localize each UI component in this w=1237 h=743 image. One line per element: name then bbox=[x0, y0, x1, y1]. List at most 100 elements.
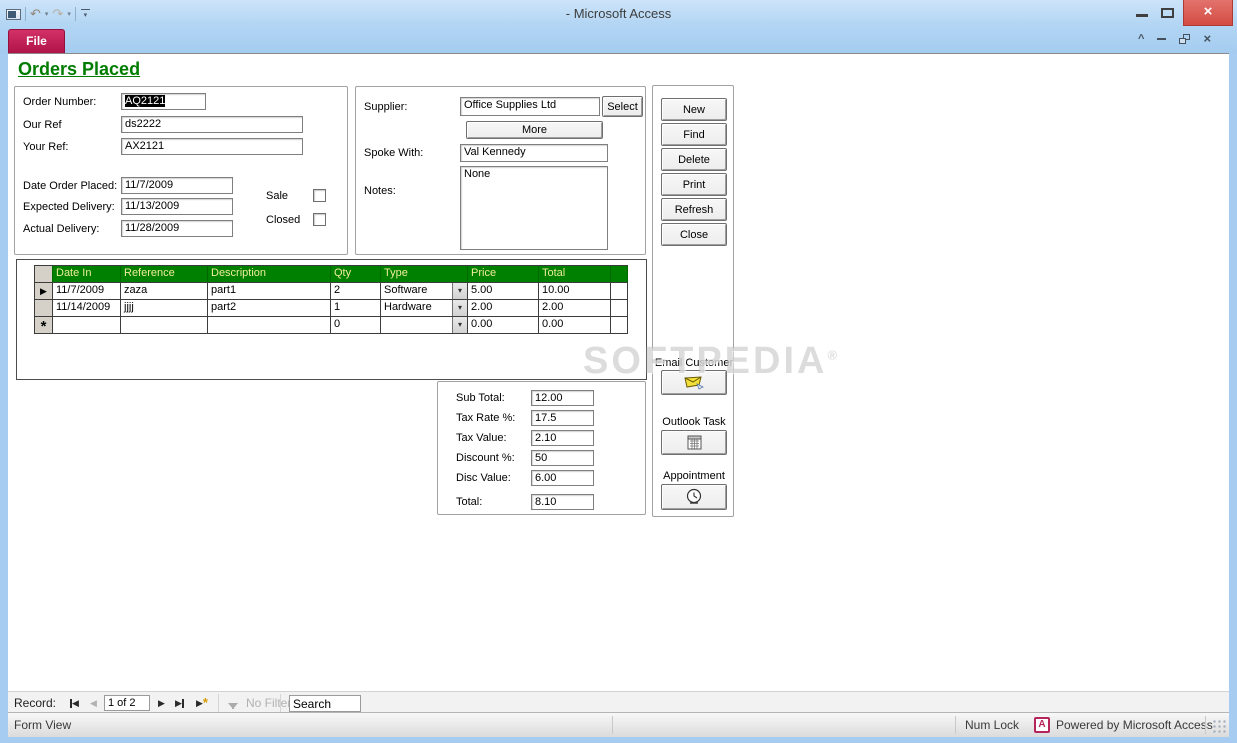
col-header-total[interactable]: Total bbox=[539, 266, 611, 283]
cell-description[interactable] bbox=[208, 317, 331, 334]
your-ref-input[interactable]: AX2121 bbox=[121, 138, 303, 155]
spoke-with-input[interactable]: Val Kennedy bbox=[460, 144, 608, 162]
cell-type[interactable]: Software ▾ bbox=[381, 283, 468, 300]
child-minimize-icon[interactable] bbox=[1157, 37, 1167, 40]
cell-type[interactable]: Hardware ▾ bbox=[381, 300, 468, 317]
discount-input[interactable]: 50 bbox=[531, 450, 594, 466]
cell-price[interactable]: 0.00 bbox=[468, 317, 539, 334]
num-lock-indicator: Num Lock bbox=[965, 718, 1020, 732]
undo-icon[interactable]: ↶ bbox=[30, 7, 41, 21]
cell-type[interactable]: ▾ bbox=[381, 317, 468, 334]
order-number-label: Order Number: bbox=[23, 96, 97, 108]
col-header-date-in[interactable]: Date In bbox=[53, 266, 121, 283]
selector-header-cell[interactable] bbox=[35, 266, 53, 283]
row-selector-current[interactable]: ▶ bbox=[35, 283, 53, 300]
separator bbox=[218, 694, 219, 712]
quick-access-toolbar: ↶ ▾ ↷ ▾ ▾ bbox=[6, 5, 91, 23]
row-selector[interactable] bbox=[35, 300, 53, 317]
redo-icon[interactable]: ↷ bbox=[52, 7, 63, 21]
cell-total[interactable]: 0.00 bbox=[539, 317, 611, 334]
notes-textarea[interactable]: None bbox=[460, 166, 608, 250]
sub-total-input[interactable]: 12.00 bbox=[531, 390, 594, 406]
cell-reference[interactable]: zaza bbox=[121, 283, 208, 300]
find-button[interactable]: Find bbox=[661, 123, 727, 146]
delete-button[interactable]: Delete bbox=[661, 148, 727, 171]
cell-price[interactable]: 2.00 bbox=[468, 300, 539, 317]
actual-delivery-input[interactable]: 11/28/2009 bbox=[121, 220, 233, 237]
discount-label: Discount %: bbox=[456, 452, 515, 464]
child-restore-icon[interactable] bbox=[1179, 33, 1191, 44]
undo-dropdown-icon[interactable]: ▾ bbox=[45, 10, 49, 18]
cell-date-in[interactable]: 11/7/2009 bbox=[53, 283, 121, 300]
email-icon bbox=[684, 375, 704, 390]
tax-value-input[interactable]: 2.10 bbox=[531, 430, 594, 446]
form-view-icon[interactable] bbox=[6, 8, 21, 20]
cell-description[interactable]: part2 bbox=[208, 300, 331, 317]
datasheet-header-row: Date In Reference Description Qty Type P… bbox=[35, 266, 628, 283]
cell-total[interactable]: 10.00 bbox=[539, 283, 611, 300]
cell-total[interactable]: 2.00 bbox=[539, 300, 611, 317]
supplier-label: Supplier: bbox=[364, 101, 408, 113]
print-button[interactable]: Print bbox=[661, 173, 727, 196]
new-button[interactable]: New bbox=[661, 98, 727, 121]
cell-qty[interactable]: 1 bbox=[331, 300, 381, 317]
order-number-input[interactable]: AQ2121 bbox=[121, 93, 206, 110]
appointment-button[interactable] bbox=[661, 484, 727, 510]
customize-qat-icon[interactable]: ▾ bbox=[80, 9, 91, 19]
maximize-button[interactable] bbox=[1161, 8, 1174, 18]
table-row: 11/14/2009 jjjj part2 1 Hardware ▾ 2.00 2… bbox=[35, 300, 628, 317]
new-record-icon[interactable]: ▶ * bbox=[196, 696, 208, 710]
col-header-reference[interactable]: Reference bbox=[121, 266, 208, 283]
col-header-description[interactable]: Description bbox=[208, 266, 331, 283]
row-selector-new[interactable]: * bbox=[35, 317, 53, 334]
child-close-icon[interactable]: × bbox=[1203, 32, 1211, 45]
select-supplier-button[interactable]: Select bbox=[602, 96, 643, 117]
sale-checkbox[interactable] bbox=[313, 189, 326, 202]
access-logo-icon: A bbox=[1034, 717, 1050, 733]
no-filter-icon[interactable] bbox=[228, 698, 238, 712]
current-record-icon: ▶ bbox=[40, 286, 47, 296]
record-position-box[interactable]: 1 of 2 bbox=[104, 695, 150, 711]
file-tab[interactable]: File bbox=[8, 29, 65, 53]
more-button[interactable]: More bbox=[466, 121, 603, 139]
col-header-type[interactable]: Type bbox=[381, 266, 468, 283]
search-input[interactable]: Search bbox=[289, 695, 361, 712]
cell-date-in[interactable] bbox=[53, 317, 121, 334]
close-button[interactable]: × bbox=[1183, 0, 1233, 26]
next-record-icon[interactable]: ▶ bbox=[158, 696, 165, 710]
supplier-group: Supplier: Office Supplies Ltd Select Mor… bbox=[355, 86, 646, 255]
refresh-button[interactable]: Refresh bbox=[661, 198, 727, 221]
cell-description[interactable]: part1 bbox=[208, 283, 331, 300]
redo-dropdown-icon[interactable]: ▾ bbox=[67, 10, 71, 18]
tax-rate-input[interactable]: 17.5 bbox=[531, 410, 594, 426]
actual-delivery-label: Actual Delivery: bbox=[23, 223, 100, 235]
col-header-price[interactable]: Price bbox=[468, 266, 539, 283]
disc-value-input[interactable]: 6.00 bbox=[531, 470, 594, 486]
expected-delivery-input[interactable]: 11/13/2009 bbox=[121, 198, 233, 215]
type-dropdown-icon[interactable]: ▾ bbox=[452, 283, 467, 299]
cell-qty[interactable]: 0 bbox=[331, 317, 381, 334]
date-order-placed-input[interactable]: 11/7/2009 bbox=[121, 177, 233, 194]
previous-record-icon[interactable]: ◀ bbox=[90, 696, 97, 710]
cell-date-in[interactable]: 11/14/2009 bbox=[53, 300, 121, 317]
email-customer-button[interactable] bbox=[661, 370, 727, 395]
col-header-qty[interactable]: Qty bbox=[331, 266, 381, 283]
cell-reference[interactable]: jjjj bbox=[121, 300, 208, 317]
type-dropdown-icon[interactable]: ▾ bbox=[452, 317, 467, 333]
cell-price[interactable]: 5.00 bbox=[468, 283, 539, 300]
no-filter-label[interactable]: No Filter bbox=[246, 696, 291, 710]
minimize-button[interactable] bbox=[1136, 14, 1148, 17]
our-ref-input[interactable]: ds2222 bbox=[121, 116, 303, 133]
supplier-input[interactable]: Office Supplies Ltd bbox=[460, 97, 600, 116]
closed-checkbox[interactable] bbox=[313, 213, 326, 226]
cell-qty[interactable]: 2 bbox=[331, 283, 381, 300]
type-dropdown-icon[interactable]: ▾ bbox=[452, 300, 467, 316]
first-record-icon[interactable]: ◀ bbox=[70, 696, 79, 710]
collapse-ribbon-icon[interactable]: ^ bbox=[1138, 33, 1144, 44]
cell-reference[interactable] bbox=[121, 317, 208, 334]
total-input[interactable]: 8.10 bbox=[531, 494, 594, 510]
resize-grip[interactable] bbox=[1212, 719, 1226, 733]
close-form-button[interactable]: Close bbox=[661, 223, 727, 246]
outlook-task-button[interactable] bbox=[661, 430, 727, 455]
last-record-icon[interactable]: ▶ bbox=[175, 696, 184, 710]
